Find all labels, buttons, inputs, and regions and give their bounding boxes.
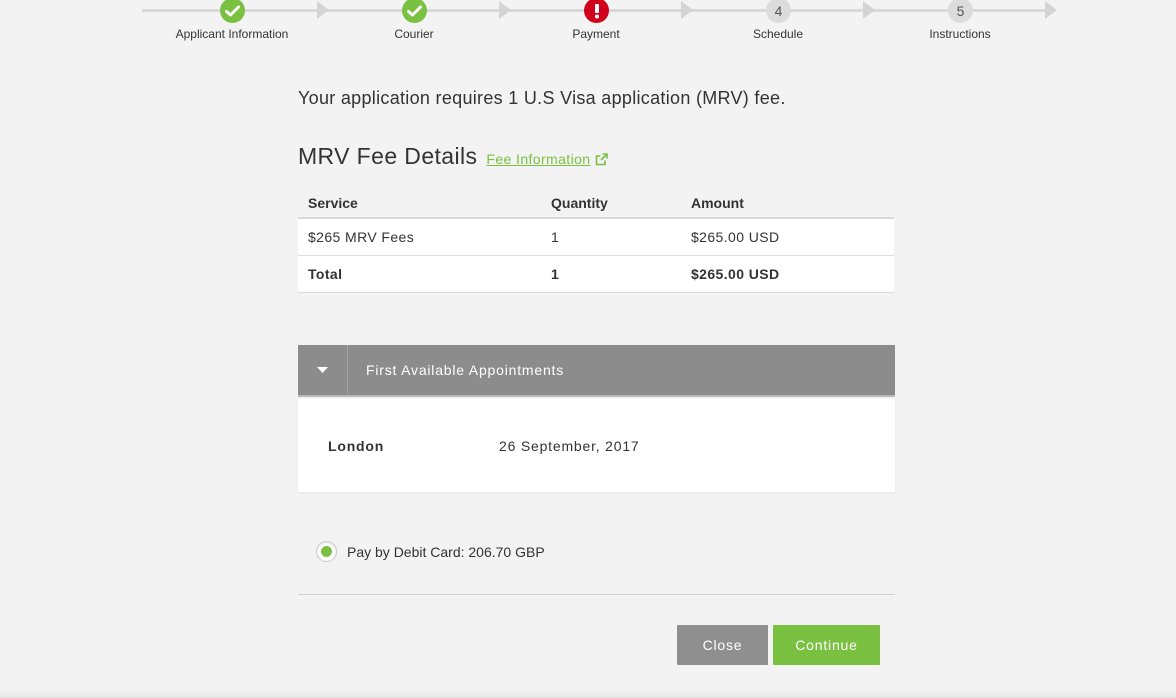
step-label-instructions: Instructions — [929, 27, 991, 41]
divider — [298, 594, 895, 595]
appointment-date: 26 September, 2017 — [499, 437, 640, 454]
pay-debit-card-label: Pay by Debit Card: 206.70 GBP — [347, 543, 545, 560]
step-label-schedule: Schedule — [752, 27, 804, 41]
fee-requirement-text: Your application requires 1 U.S Visa app… — [298, 88, 786, 108]
fee-table: Service Quantity Amount $265 MRV Fees 1 … — [298, 189, 894, 293]
caret-down-icon — [317, 367, 328, 373]
pay-debit-card-option[interactable]: Pay by Debit Card: 206.70 GBP — [316, 541, 545, 562]
radio-selected-dot — [321, 546, 332, 557]
step-label-applicant[interactable]: Applicant Information — [142, 27, 322, 41]
total-quantity: 1 — [541, 255, 681, 293]
step-instructions-number: 5 — [948, 0, 973, 23]
column-header-amount: Amount — [681, 189, 894, 219]
step-schedule-number: 4 — [766, 0, 791, 23]
appointment-city: London — [328, 437, 385, 454]
appointments-body: London 26 September, 2017 — [298, 399, 895, 492]
accordion-toggle-button[interactable] — [298, 345, 348, 395]
fee-information-link[interactable]: Fee Information — [486, 151, 609, 167]
step-label-courier[interactable]: Courier — [324, 27, 504, 41]
step-label-payment: Payment — [572, 27, 620, 41]
quantity-cell: 1 — [541, 218, 681, 256]
pay-debit-card-radio[interactable] — [316, 541, 337, 562]
appointments-title: First Available Appointments — [366, 362, 565, 378]
step-applicant-check-icon — [220, 0, 245, 23]
step-arrow-5 — [1045, 1, 1057, 19]
service-cell: $265 MRV Fees — [298, 218, 541, 256]
column-header-service: Service — [298, 189, 541, 219]
total-amount: $265.00 USD — [681, 255, 894, 293]
close-button[interactable]: Close — [677, 625, 768, 665]
fee-details-heading: MRV Fee Details Fee Information — [298, 143, 609, 170]
step-arrow-3 — [681, 1, 693, 19]
appointments-accordion: First Available Appointments London 26 S… — [298, 345, 895, 492]
step-arrow-4 — [863, 1, 875, 19]
fee-table-header-row: Service Quantity Amount — [298, 189, 894, 219]
progress-stepper: Applicant Information Courier Payment 4 … — [0, 0, 1176, 50]
external-link-icon — [596, 152, 609, 165]
step-courier-check-icon — [402, 0, 427, 23]
fee-details-title: MRV Fee Details — [298, 143, 478, 169]
appointments-header[interactable]: First Available Appointments — [298, 345, 895, 397]
total-row: Total 1 $265.00 USD — [298, 255, 894, 293]
total-label: Total — [298, 255, 541, 293]
column-header-quantity: Quantity — [541, 189, 681, 219]
bottom-shade — [0, 690, 1176, 698]
step-arrow-2 — [499, 1, 511, 19]
amount-cell: $265.00 USD — [681, 218, 894, 256]
continue-button[interactable]: Continue — [773, 625, 880, 665]
step-arrow-1 — [317, 1, 329, 19]
table-row: $265 MRV Fees 1 $265.00 USD — [298, 218, 894, 256]
fee-information-label: Fee Information — [486, 151, 591, 167]
step-payment-exclamation-icon — [584, 0, 609, 23]
